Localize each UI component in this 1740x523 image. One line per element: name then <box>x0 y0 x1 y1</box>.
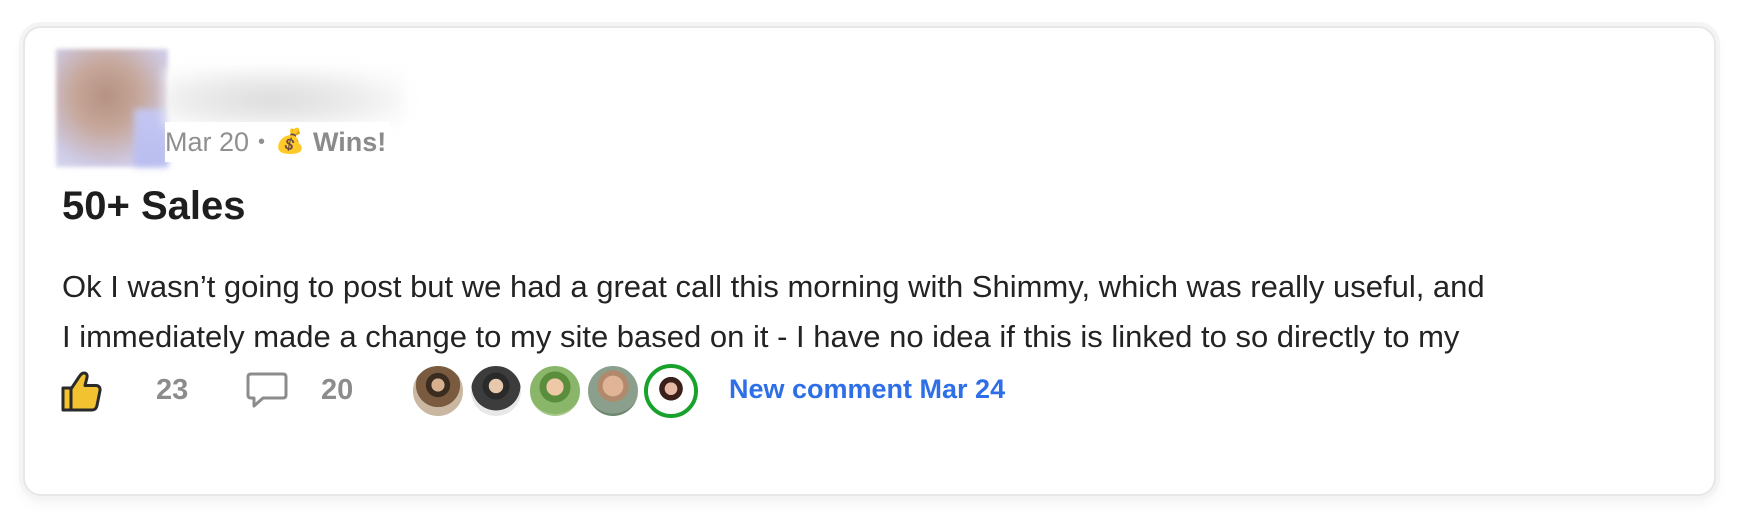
author-avatar[interactable] <box>56 49 168 167</box>
post-body[interactable]: Ok I wasn’t going to post but we had a g… <box>62 262 1702 362</box>
post-card[interactable]: Mar 20 • 💰 Wins! 50+ Sales Ok I wasn’t g… <box>23 26 1716 496</box>
post-date: Mar 20 <box>165 126 250 157</box>
comment-count: 20 <box>321 374 354 406</box>
comment-bubble-icon <box>246 372 288 408</box>
post-footer: 23 20 New comment Mar 24 <box>59 362 1659 420</box>
post-body-line: I immediately made a change to my site b… <box>62 319 1460 354</box>
commenter-avatar[interactable] <box>469 364 523 418</box>
money-bag-icon: 💰 <box>275 128 305 155</box>
thumbs-up-icon <box>61 371 102 412</box>
like-button[interactable] <box>59 368 105 414</box>
commenter-avatar[interactable] <box>586 364 640 418</box>
commenter-avatar[interactable] <box>411 364 465 418</box>
post-meta: Mar 20 • 💰 Wins! <box>165 122 391 162</box>
like-count: 23 <box>156 374 189 406</box>
category-label[interactable]: Wins! <box>313 127 386 158</box>
new-comment-link[interactable]: New comment Mar 24 <box>729 374 1005 405</box>
post-body-line: Ok I wasn’t going to post but we had a g… <box>62 269 1485 304</box>
post-title[interactable]: 50+ Sales <box>62 184 246 229</box>
author-name-redacted[interactable] <box>165 68 405 126</box>
meta-separator: • <box>258 130 266 153</box>
commenter-avatar-online[interactable] <box>644 364 698 418</box>
commenter-avatar[interactable] <box>528 364 582 418</box>
page: Mar 20 • 💰 Wins! 50+ Sales Ok I wasn’t g… <box>0 0 1740 523</box>
comment-button[interactable] <box>245 370 289 410</box>
avatar-badge <box>474 410 482 414</box>
